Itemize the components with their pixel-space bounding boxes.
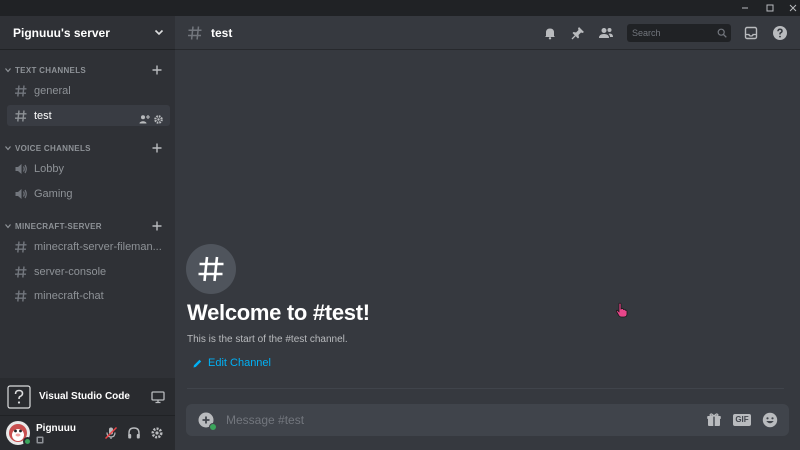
channel-label: test — [34, 109, 52, 122]
screen-share-icon[interactable] — [151, 390, 165, 404]
activity-name: Visual Studio Code — [39, 391, 130, 402]
channel-header: test — [175, 16, 800, 50]
emoji-icon[interactable] — [761, 411, 779, 429]
hand-cursor-icon — [615, 302, 629, 318]
add-attachment-icon[interactable] — [198, 412, 217, 431]
welcome-title: Welcome to #test! — [187, 300, 370, 325]
pin-icon[interactable] — [569, 24, 587, 42]
gift-icon[interactable] — [705, 411, 723, 429]
server-name: Pignuuu's server — [13, 25, 110, 40]
message-input[interactable] — [226, 413, 686, 427]
channel-server-console[interactable]: server-console — [7, 261, 170, 282]
speaker-icon — [15, 163, 27, 174]
search-box[interactable] — [627, 24, 731, 42]
hash-icon — [15, 84, 27, 97]
edit-channel-link[interactable]: Edit Channel — [192, 357, 271, 369]
create-channel-plus-icon[interactable] — [150, 62, 164, 78]
hash-icon — [15, 109, 27, 122]
channel-label: Lobby — [34, 162, 64, 175]
message-composer: GIF — [186, 404, 789, 436]
online-status-dot — [23, 437, 32, 446]
channel-lobby[interactable]: Lobby — [7, 158, 170, 179]
channel-title: test — [211, 25, 233, 40]
create-channel-plus-icon[interactable] — [150, 218, 164, 234]
inbox-icon[interactable] — [742, 24, 760, 42]
welcome-subtitle: This is the start of the #test channel. — [187, 334, 348, 345]
hash-icon — [188, 25, 202, 40]
minimize-icon[interactable] — [734, 0, 756, 16]
chevron-down-icon — [153, 23, 165, 42]
chevron-down-icon — [5, 224, 11, 229]
channel-label: general — [34, 84, 71, 97]
create-channel-plus-icon[interactable] — [150, 140, 164, 156]
channel-minecraft-chat[interactable]: minecraft-chat — [7, 285, 170, 306]
maximize-icon[interactable] — [759, 0, 781, 16]
channel-welcome-icon — [186, 244, 236, 294]
hash-icon — [198, 256, 224, 282]
channel-test[interactable]: test — [7, 105, 170, 126]
channel-label: minecraft-chat — [34, 289, 104, 302]
question-mark-icon — [7, 384, 31, 409]
bell-icon[interactable] — [541, 24, 559, 42]
search-icon — [717, 28, 727, 38]
search-input[interactable] — [632, 28, 714, 38]
chat-area: test Welcome to #test! This is the start… — [175, 16, 800, 450]
channel-general[interactable]: general — [7, 80, 170, 101]
online-status-dot — [209, 423, 217, 431]
avatar[interactable] — [6, 421, 32, 446]
hash-icon — [15, 289, 27, 302]
status-emoji-icon — [36, 436, 76, 444]
user-panel: Pignuuu — [0, 416, 175, 450]
window-titlebar — [0, 0, 800, 16]
channel-label: minecraft-server-fileman... — [34, 240, 162, 253]
message-divider — [187, 388, 784, 389]
help-icon[interactable] — [771, 24, 789, 42]
channel-sidebar: Pignuuu's server TEXT CHANNELS general t… — [0, 16, 175, 450]
category-minecraft-server[interactable]: MINECRAFT-SERVER — [0, 218, 175, 234]
username: Pignuuu — [36, 422, 76, 434]
settings-gear-icon[interactable] — [150, 426, 164, 440]
chevron-down-icon — [5, 68, 11, 73]
headphones-icon[interactable] — [127, 426, 141, 440]
activity-panel: Visual Studio Code — [0, 378, 175, 416]
channel-label: Gaming — [34, 187, 73, 200]
invite-member-icon[interactable] — [139, 110, 150, 129]
gif-icon[interactable]: GIF — [732, 411, 752, 429]
category-text-channels[interactable]: TEXT CHANNELS — [0, 62, 175, 78]
channel-settings-gear-icon[interactable] — [153, 110, 164, 129]
channel-label: server-console — [34, 265, 107, 278]
edit-channel-label: Edit Channel — [208, 357, 271, 369]
hash-icon — [15, 240, 27, 253]
speaker-icon — [15, 188, 27, 199]
mute-mic-icon[interactable] — [104, 426, 118, 440]
channel-gaming[interactable]: Gaming — [7, 183, 170, 204]
chevron-down-icon — [5, 146, 11, 151]
hash-icon — [15, 265, 27, 278]
server-header[interactable]: Pignuuu's server — [0, 16, 175, 50]
channel-minecraft-server-filemanager[interactable]: minecraft-server-fileman... — [7, 236, 170, 257]
members-icon[interactable] — [597, 24, 615, 42]
pencil-icon — [193, 359, 202, 367]
category-voice-channels[interactable]: VOICE CHANNELS — [0, 140, 175, 156]
gif-label: GIF — [733, 414, 751, 426]
close-icon[interactable] — [782, 0, 800, 16]
